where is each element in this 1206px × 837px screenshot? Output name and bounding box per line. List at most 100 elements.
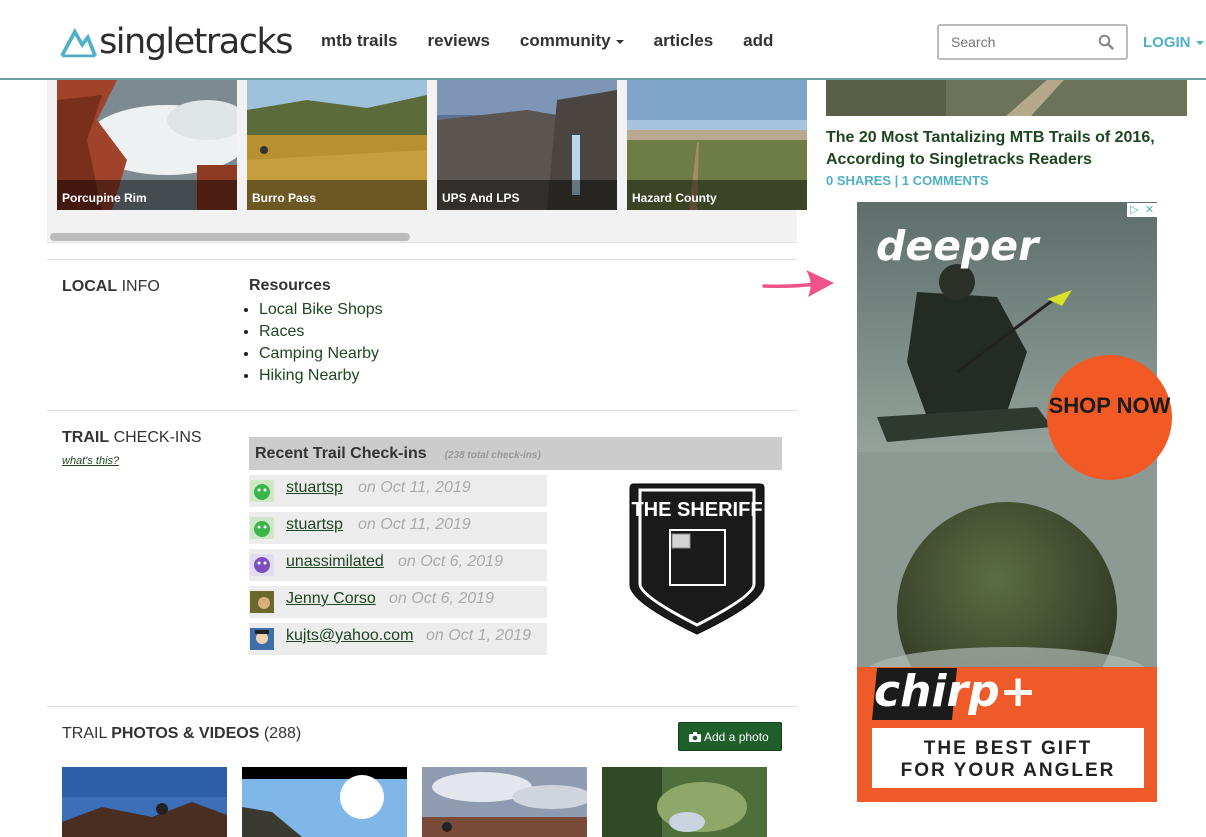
resource-link-camping[interactable]: Camping Nearby xyxy=(259,345,379,362)
trail-thumb-burro-pass[interactable]: Burro Pass xyxy=(247,80,427,210)
section-divider xyxy=(47,706,797,707)
table-row: Jenny Corso on Oct 6, 2019 xyxy=(249,586,547,618)
checkin-date: on Oct 11, 2019 xyxy=(358,479,471,497)
ad-brand: deeper xyxy=(876,222,1038,270)
nav-add[interactable]: add xyxy=(743,31,773,51)
trail-thumb-caption: Porcupine Rim xyxy=(57,180,237,210)
resources-heading: Resources xyxy=(249,277,331,295)
list-item: Hiking Nearby xyxy=(259,365,383,387)
checkins-heading: Recent Trail Check-ins xyxy=(255,445,427,462)
nav-mtb-trails[interactable]: mtb trails xyxy=(321,31,398,51)
ad-shop-now-button[interactable]: SHOP NOW xyxy=(1047,355,1172,480)
photos-title: TRAIL PHOTOS & VIDEOS (288) xyxy=(62,725,301,743)
avatar[interactable] xyxy=(250,628,274,650)
login-menu[interactable]: LOGIN xyxy=(1143,34,1204,51)
nav-community-label: community xyxy=(520,31,611,50)
checkin-date: on Oct 1, 2019 xyxy=(426,627,531,645)
featured-article-meta[interactable]: 0 SHARES | 1 COMMENTS xyxy=(826,173,989,188)
avatar-image xyxy=(250,517,274,539)
avatar-image xyxy=(250,554,274,576)
list-item: Local Bike Shops xyxy=(259,299,383,321)
checkin-user-link[interactable]: kujts@yahoo.com xyxy=(286,627,413,645)
local-info-title-bold: LOCAL xyxy=(62,278,117,295)
logo-text: singletracks xyxy=(99,25,292,60)
local-info-title-rest: INFO xyxy=(122,278,160,295)
site-logo[interactable]: singletracks xyxy=(60,16,292,68)
photo-thumb[interactable] xyxy=(242,767,407,837)
photos-title-bold: PHOTOS & VIDEOS xyxy=(111,725,259,742)
gallery-scrollbar-thumb[interactable] xyxy=(50,233,410,241)
checkin-date: on Oct 6, 2019 xyxy=(389,590,494,608)
ad-tagline-line1: THE BEST GIFT xyxy=(924,738,1093,759)
resource-link-bike-shops[interactable]: Local Bike Shops xyxy=(259,301,383,318)
photos-count: (288) xyxy=(264,725,301,742)
trail-thumb-ups-and-lps[interactable]: UPS And LPS xyxy=(437,80,617,210)
avatar[interactable] xyxy=(250,480,274,502)
table-row: kujts@yahoo.com on Oct 1, 2019 xyxy=(249,623,547,655)
search-box xyxy=(937,24,1128,60)
checkins-title-bold: TRAIL xyxy=(62,429,109,446)
trail-thumb-hazard-county[interactable]: Hazard County xyxy=(627,80,807,210)
sheriff-badge-icon: THE SHERIFF xyxy=(628,480,766,638)
avatar[interactable] xyxy=(250,591,274,613)
search-icon[interactable] xyxy=(1098,34,1114,50)
resources-list: Local Bike Shops Races Camping Nearby Hi… xyxy=(259,299,383,387)
site-header: singletracks mtb trails reviews communit… xyxy=(0,0,1206,80)
nav-reviews[interactable]: reviews xyxy=(428,31,490,51)
local-info-title: LOCAL INFO xyxy=(62,278,160,296)
checkins-header: Recent Trail Check-ins (238 total check-i… xyxy=(249,437,782,470)
chevron-down-icon xyxy=(616,40,624,44)
avatar[interactable] xyxy=(250,554,274,576)
resource-link-races[interactable]: Races xyxy=(259,323,304,340)
trail-photo xyxy=(422,767,587,837)
search-input[interactable] xyxy=(951,34,1101,50)
close-icon[interactable]: ✕ xyxy=(1142,203,1157,217)
checkin-user-link[interactable]: stuartsp xyxy=(286,516,343,534)
trail-thumb-caption: Burro Pass xyxy=(247,180,427,210)
chevron-down-icon xyxy=(1196,41,1204,45)
section-divider xyxy=(47,259,797,260)
checkins-total: (238 total check-ins) xyxy=(445,450,541,461)
main-nav: mtb trails reviews community articles ad… xyxy=(321,31,803,51)
resource-link-hiking[interactable]: Hiking Nearby xyxy=(259,367,359,384)
add-photo-button[interactable]: Add a photo xyxy=(678,722,782,751)
whats-this-link[interactable]: what's this? xyxy=(62,455,119,467)
add-photo-label: Add a photo xyxy=(704,730,769,744)
adchoices-icon[interactable]: ▷ xyxy=(1127,203,1142,217)
checkin-date: on Oct 6, 2019 xyxy=(398,553,503,571)
trail-photo xyxy=(62,767,227,837)
ad-product-name: chirp+ xyxy=(874,666,1037,717)
ad-tagline: THE BEST GIFTFOR YOUR ANGLER xyxy=(872,728,1144,788)
checkin-user-link[interactable]: Jenny Corso xyxy=(286,590,376,608)
checkins-title: TRAIL CHECK-INS xyxy=(62,429,202,447)
trail-thumb-porcupine-rim[interactable]: Porcupine Rim xyxy=(57,80,237,210)
table-row: stuartsp on Oct 11, 2019 xyxy=(249,512,547,544)
ad-controls: ▷ ✕ xyxy=(1127,203,1157,217)
avatar[interactable] xyxy=(250,517,274,539)
camera-icon xyxy=(689,732,701,742)
photos-title-prefix: TRAIL xyxy=(62,725,107,742)
checkin-user-link[interactable]: unassimilated xyxy=(286,553,384,571)
checkin-user-link[interactable]: stuartsp xyxy=(286,479,343,497)
featured-article-title[interactable]: The 20 Most Tantalizing MTB Trails of 20… xyxy=(826,127,1186,171)
avatar-image xyxy=(250,591,274,613)
login-label: LOGIN xyxy=(1143,34,1191,51)
badge-label: THE SHERIFF xyxy=(631,499,762,521)
trail-thumb-caption: Hazard County xyxy=(627,180,807,210)
nav-articles[interactable]: articles xyxy=(654,31,714,51)
avatar-image xyxy=(250,628,274,650)
arrow-right-icon xyxy=(762,268,834,300)
nav-community[interactable]: community xyxy=(520,31,624,51)
list-item: Races xyxy=(259,321,383,343)
section-divider xyxy=(47,410,797,411)
table-row: stuartsp on Oct 11, 2019 xyxy=(249,475,547,507)
checkin-date: on Oct 11, 2019 xyxy=(358,516,471,534)
avatar-image xyxy=(250,480,274,502)
trail-photo xyxy=(242,767,407,837)
photo-thumb[interactable] xyxy=(62,767,227,837)
photo-thumb[interactable] xyxy=(422,767,587,837)
list-item: Camping Nearby xyxy=(259,343,383,365)
photo-thumb[interactable] xyxy=(602,767,767,837)
logo-mountain-icon xyxy=(60,25,97,59)
checkins-title-rest: CHECK-INS xyxy=(114,429,202,446)
